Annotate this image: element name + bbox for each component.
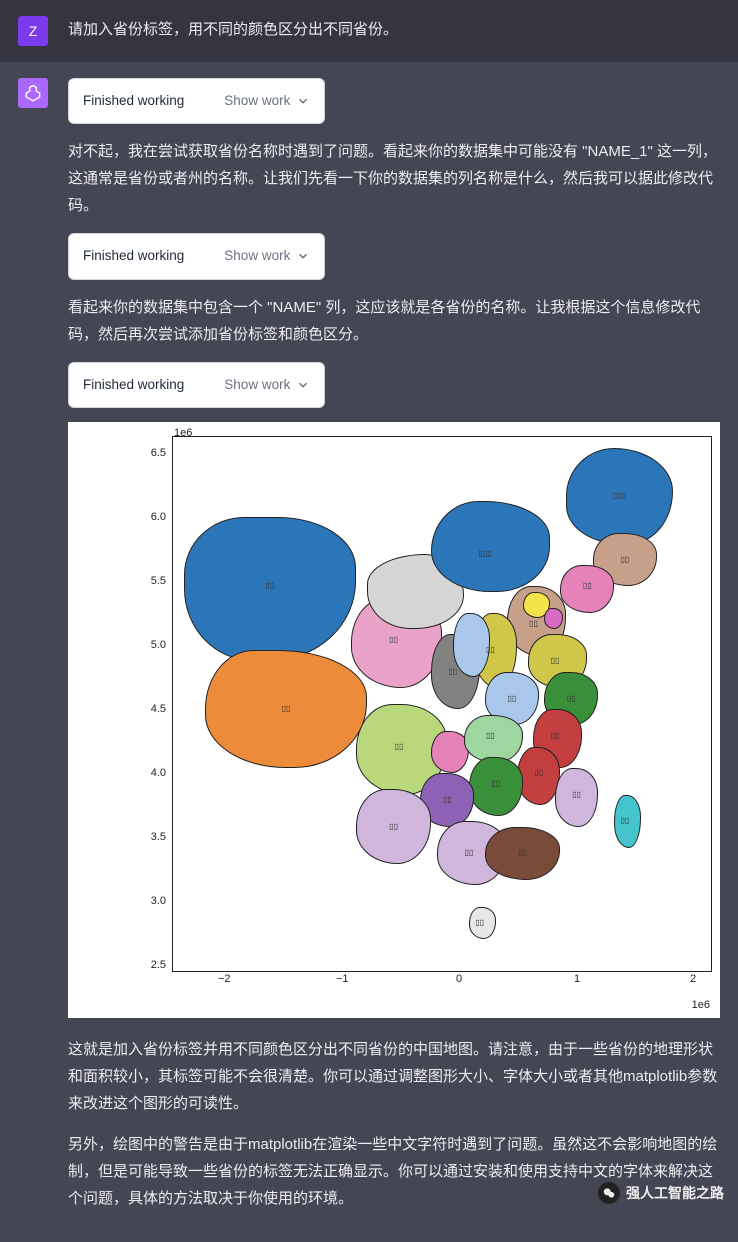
province-label: ▯▯ [572,787,581,801]
assistant-paragraph: 看起来你的数据集中包含一个 "NAME" 列，这应该就是各省份的名称。让我根据这… [68,294,720,348]
show-work-label: Show work [224,89,290,113]
province-label: ▯▯ [395,739,404,753]
assistant-content: Finished working Show work 对不起，我在尝试获取省份名… [68,78,720,1226]
show-work-toggle[interactable]: Finished working Show work [68,362,325,408]
province-label: ▯▯ [464,846,473,860]
wechat-icon [598,1182,620,1204]
province-label: ▯▯ [491,777,500,791]
x-tick: −2 [218,970,231,990]
assistant-paragraph: 对不起，我在尝试获取省份名称时遇到了问题。看起来你的数据集中可能没有 "NAME… [68,138,720,219]
map-plot-area: ▯▯ ▯▯ ▯▯ ▯▯▯ ▯▯▯ ▯▯ ▯▯ ▯▯ ▯▯ ▯▯ ▯▯ ▯▯ ▯▯… [172,436,712,972]
watermark-text: 强人工智能之路 [626,1183,724,1203]
province-label: ▯▯ [486,643,495,657]
chevron-down-icon [296,249,310,263]
show-work-toggle[interactable]: Finished working Show work [68,78,325,124]
province-label: ▯▯ [621,814,630,828]
province-label: ▯▯ [486,729,495,743]
china-map-figure: 1e6 [68,422,720,1018]
province-label: ▯▯ [529,617,538,631]
x-axis-exponent: 1e6 [692,996,710,1016]
province-label: ▯▯▯ [613,488,626,502]
user-initial: Z [29,23,38,39]
province-label: ▯▯ [621,553,630,567]
y-tick: 6.0 [151,508,166,528]
y-tick: 3.0 [151,892,166,912]
user-avatar: Z [18,16,48,46]
province-label: ▯▯ [551,654,560,668]
province-label: ▯▯ [475,916,484,930]
province-label: ▯▯ [518,846,527,860]
province-shape [453,613,491,677]
province-label: ▯▯ [508,691,517,705]
province-label: ▯▯ [389,633,398,647]
province-label: ▯▯ [534,766,543,780]
show-work-label: Show work [224,373,290,397]
province-label: ▯▯ [282,702,291,716]
assistant-avatar [18,78,48,108]
province-shape [544,608,563,629]
assistant-paragraph: 这就是加入省份标签并用不同颜色区分出不同省份的中国地图。请注意，由于一些省份的地… [68,1036,720,1117]
y-tick: 4.5 [151,700,166,720]
show-work-toggle[interactable]: Finished working Show work [68,233,325,279]
assistant-message-row: Finished working Show work 对不起，我在尝试获取省份名… [0,62,738,1242]
chevron-down-icon [296,94,310,108]
user-message-row: Z 请加入省份标签，用不同的颜色区分出不同省份。 [0,0,738,62]
y-tick: 6.5 [151,444,166,464]
y-tick: 5.0 [151,636,166,656]
status-label: Finished working [83,89,184,113]
status-label: Finished working [83,373,184,397]
x-tick: 2 [690,970,696,990]
watermark: 强人工智能之路 [598,1182,724,1204]
status-label: Finished working [83,244,184,268]
openai-icon [23,83,43,103]
province-label: ▯▯ [551,729,560,743]
x-tick: 1 [574,970,580,990]
province-label: ▯▯ [583,579,592,593]
user-message-text: 请加入省份标签，用不同的颜色区分出不同省份。 [68,16,720,43]
show-work-label: Show work [224,244,290,268]
province-label: ▯▯▯ [478,547,491,561]
province-label: ▯▯ [443,793,452,807]
chevron-down-icon [296,378,310,392]
x-tick: 0 [456,970,462,990]
y-tick: 3.5 [151,828,166,848]
province-label: ▯▯ [265,579,274,593]
y-tick: 4.0 [151,764,166,784]
province-label: ▯▯ [448,665,457,679]
province-label: ▯▯ [389,820,398,834]
province-label: ▯▯ [567,691,576,705]
x-tick: −1 [336,970,349,990]
y-tick: 2.5 [151,956,166,976]
y-tick: 5.5 [151,572,166,592]
